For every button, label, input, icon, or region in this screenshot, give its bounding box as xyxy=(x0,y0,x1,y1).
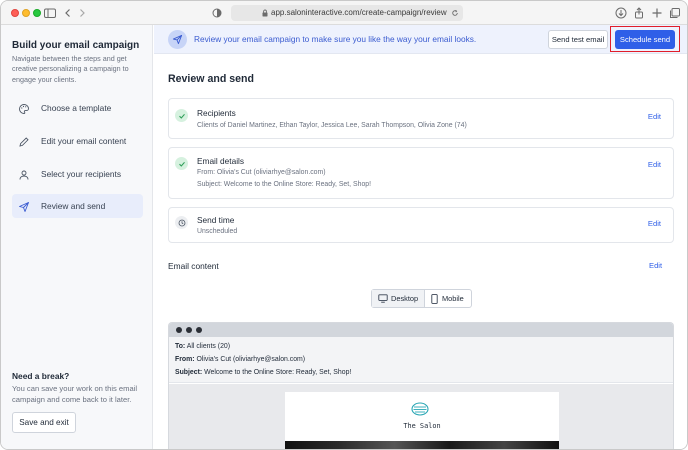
pen-icon xyxy=(18,135,30,147)
recipients-detail: Clients of Daniel Martinez, Ethan Taylor… xyxy=(197,122,467,129)
send-time-title: Send time xyxy=(197,215,235,225)
email-content-title: Email content xyxy=(168,261,219,271)
shield-icon xyxy=(210,6,224,20)
sidebar-title: Build your email campaign xyxy=(12,40,140,51)
palette-icon xyxy=(18,102,30,114)
new-tab-icon[interactable] xyxy=(650,6,664,20)
maximize-window-button[interactable] xyxy=(33,9,41,17)
step-label: Review and send xyxy=(41,201,106,211)
monitor-icon xyxy=(378,294,388,303)
preview-subject-label: Subject: xyxy=(175,369,203,376)
edit-email-content-link[interactable]: Edit xyxy=(649,261,662,270)
email-details-from: From: Olivia's Cut (oliviarhye@salon.com… xyxy=(197,169,326,176)
send-time-detail: Unscheduled xyxy=(197,228,238,235)
window-dot xyxy=(196,327,202,333)
schedule-send-button[interactable]: Schedule send xyxy=(615,30,675,49)
preview-to-label: To: xyxy=(175,343,186,350)
main-content: Review your email campaign to make sure … xyxy=(154,25,687,449)
email-details-subject: Subject: Welcome to the Online Store: Re… xyxy=(197,181,372,188)
page-title: Review and send xyxy=(168,73,254,85)
send-test-email-button[interactable]: Send test email xyxy=(548,30,608,49)
recipients-card: Recipients Clients of Daniel Martinez, E… xyxy=(168,98,674,139)
back-icon[interactable] xyxy=(61,6,75,20)
minimize-window-button[interactable] xyxy=(22,9,30,17)
step-label: Select your recipients xyxy=(41,169,122,179)
step-label: Edit your email content xyxy=(41,136,127,146)
browser-window: app.saloninteractive.com/create-campaign… xyxy=(0,0,688,450)
check-circle-icon xyxy=(175,157,188,170)
review-banner: Review your email campaign to make sure … xyxy=(154,25,687,54)
phone-icon xyxy=(431,294,438,304)
break-title: Need a break? xyxy=(12,371,70,381)
browser-toolbar: app.saloninteractive.com/create-campaign… xyxy=(1,1,687,25)
url-text: app.saloninteractive.com/create-campaign… xyxy=(271,8,447,17)
sidebar-description: Navigate between the steps and get creat… xyxy=(12,54,129,84)
share-icon[interactable] xyxy=(632,6,646,20)
sidebar-toggle-icon[interactable] xyxy=(43,6,57,20)
preview-body: The Salon xyxy=(169,384,673,449)
mobile-toggle-button[interactable]: Mobile xyxy=(425,290,471,307)
send-icon xyxy=(18,200,30,212)
preview-window-bar xyxy=(169,323,673,337)
preview-subject: Subject: Welcome to the Online Store: Re… xyxy=(175,369,351,376)
step-edit-content[interactable]: Edit your email content xyxy=(12,129,143,153)
reload-icon[interactable] xyxy=(451,9,459,17)
email-hero-image xyxy=(285,441,559,449)
step-review-send[interactable]: Review and send xyxy=(12,194,143,218)
salon-logo-icon xyxy=(411,402,429,416)
banner-text: Review your email campaign to make sure … xyxy=(194,34,477,44)
preview-header: To: All clients (20) From: Olivia's Cut … xyxy=(169,337,673,383)
mobile-label: Mobile xyxy=(442,294,464,303)
address-bar[interactable]: app.saloninteractive.com/create-campaign… xyxy=(231,5,463,21)
lock-icon xyxy=(262,9,268,17)
recipients-title: Recipients xyxy=(197,108,236,118)
send-time-card: Send time Unscheduled Edit xyxy=(168,207,674,243)
preview-to-value: All clients (20) xyxy=(186,343,231,350)
edit-recipients-link[interactable]: Edit xyxy=(648,112,661,121)
step-select-recipients[interactable]: Select your recipients xyxy=(12,162,143,186)
check-circle-icon xyxy=(175,109,188,122)
email-preview: To: All clients (20) From: Olivia's Cut … xyxy=(168,322,674,449)
email-details-card: Email details From: Olivia's Cut (olivia… xyxy=(168,147,674,199)
preview-from-value: Olivia's Cut (oliviarhye@salon.com) xyxy=(196,356,306,363)
window-dot xyxy=(186,327,192,333)
preview-subject-value: Welcome to the Online Store: Ready, Set,… xyxy=(204,369,352,376)
window-dot xyxy=(176,327,182,333)
preview-from: From: Olivia's Cut (oliviarhye@salon.com… xyxy=(175,356,305,363)
save-and-exit-button[interactable]: Save and exit xyxy=(12,412,76,433)
desktop-toggle-button[interactable]: Desktop xyxy=(372,290,425,307)
device-toggle: Desktop Mobile xyxy=(371,289,472,308)
preview-from-label: From: xyxy=(175,356,195,363)
close-window-button[interactable] xyxy=(11,9,19,17)
download-icon[interactable] xyxy=(614,6,628,20)
forward-icon[interactable] xyxy=(75,6,89,20)
email-canvas: The Salon xyxy=(285,392,559,449)
step-label: Choose a template xyxy=(41,103,112,113)
user-icon xyxy=(18,168,30,180)
sidebar: Build your email campaign Navigate betwe… xyxy=(1,25,153,449)
edit-send-time-link[interactable]: Edit xyxy=(648,219,661,228)
send-icon xyxy=(168,30,187,49)
step-choose-template[interactable]: Choose a template xyxy=(12,96,143,120)
tabs-icon[interactable] xyxy=(668,6,682,20)
break-description: You can save your work on this email cam… xyxy=(12,384,138,405)
preview-to: To: All clients (20) xyxy=(175,343,230,350)
clock-icon xyxy=(175,216,188,229)
email-details-title: Email details xyxy=(197,156,245,166)
desktop-label: Desktop xyxy=(391,294,419,303)
edit-email-details-link[interactable]: Edit xyxy=(648,160,661,169)
salon-name: The Salon xyxy=(403,422,441,430)
